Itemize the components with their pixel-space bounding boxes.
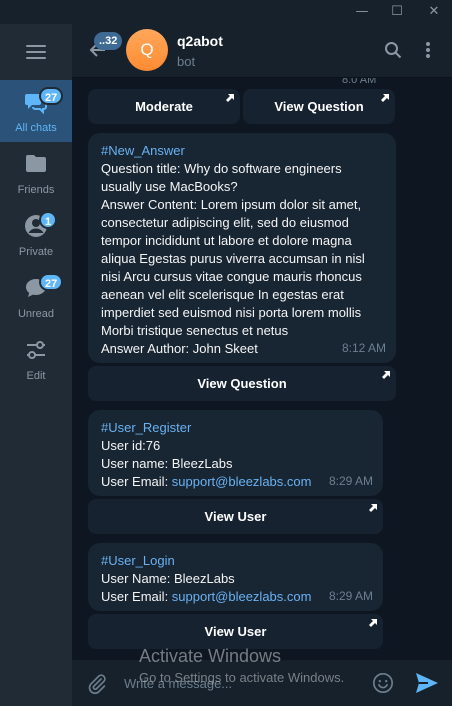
message-list[interactable]: 8:0 AM Moderate View Question #New_Answe… — [72, 78, 452, 660]
folder-label: Friends — [17, 184, 55, 196]
folder-unread[interactable]: 27 Unread — [0, 266, 72, 328]
answer-content: Answer Content: Lorem ipsum dolor sit am… — [101, 197, 365, 338]
user-name: User Name: BleezLabs — [101, 571, 235, 586]
window-titlebar: — ☐ ✕ — [0, 0, 452, 24]
folder-edit[interactable]: Edit — [0, 328, 72, 390]
folder-label: Private — [18, 246, 54, 258]
folder-private[interactable]: 1 Private — [0, 204, 72, 266]
maximize-button[interactable]: ☐ — [380, 0, 414, 24]
emoji-icon[interactable] — [372, 672, 394, 694]
folder-all-chats[interactable]: 27 All chats — [0, 80, 72, 142]
close-window-button[interactable]: ✕ — [417, 0, 451, 24]
message-time: 8:29 AM — [328, 474, 373, 488]
message-bubble[interactable]: #New_Answer Question title: Why do softw… — [88, 133, 396, 363]
avatar[interactable]: Q — [126, 29, 168, 71]
button-label: View Question — [274, 99, 364, 114]
chat-header: ..32 Q q2abot bot — [72, 24, 452, 78]
external-link-icon — [226, 94, 234, 102]
folder-label: Unread — [17, 308, 55, 320]
button-label: Moderate — [135, 99, 193, 114]
view-user-button[interactable]: View User — [88, 499, 383, 534]
folder-sidebar: 27 All chats Friends 1 Private 27 Unread — [0, 24, 72, 706]
folder-badge: 27 — [39, 273, 64, 291]
email-link[interactable]: support@bleezlabs.com — [172, 474, 312, 489]
folder-label: Edit — [26, 370, 46, 382]
folder-friends[interactable]: Friends — [0, 142, 72, 204]
message-time: 8:12 AM — [341, 341, 386, 355]
paperclip-icon[interactable] — [86, 673, 108, 695]
hashtag[interactable]: #User_Register — [101, 419, 371, 437]
email-label: User Email: — [101, 589, 172, 604]
more-options-icon[interactable] — [424, 41, 432, 59]
external-link-icon — [369, 619, 377, 627]
message-time: 8:0 AM — [342, 78, 377, 86]
external-link-icon — [381, 94, 389, 102]
email-link[interactable]: support@bleezlabs.com — [172, 589, 312, 604]
email-label: User Email: — [101, 474, 172, 489]
message-composer: Write a message... — [72, 660, 452, 706]
chat-title[interactable]: q2abot — [177, 33, 223, 49]
message-time: 8:29 AM — [328, 589, 373, 603]
moderate-button[interactable]: Moderate — [88, 89, 240, 124]
external-link-icon — [369, 504, 377, 512]
send-icon[interactable] — [415, 672, 439, 694]
minimize-button[interactable]: — — [345, 0, 379, 24]
sliders-icon — [27, 341, 45, 359]
view-user-button[interactable]: View User — [88, 614, 383, 649]
hashtag[interactable]: #User_Login — [101, 552, 371, 570]
hashtag[interactable]: #New_Answer — [101, 142, 384, 160]
message-input[interactable]: Write a message... — [124, 676, 232, 691]
folder-badge: 1 — [39, 211, 58, 229]
external-link-icon — [382, 371, 390, 379]
message-bubble[interactable]: #User_Register User id:76 User name: Ble… — [88, 410, 383, 496]
view-question-button[interactable]: View Question — [243, 89, 395, 124]
user-name: User name: BleezLabs — [101, 456, 233, 471]
search-icon[interactable] — [384, 41, 402, 59]
button-label: View User — [204, 624, 267, 639]
user-id: User id:76 — [101, 438, 161, 453]
folder-icon — [26, 155, 46, 172]
view-question-button[interactable]: View Question — [88, 366, 396, 401]
message-bubble[interactable]: #User_Login User Name: BleezLabs User Em… — [88, 543, 383, 611]
question-title: Question title: Why do software engineer… — [101, 161, 342, 194]
button-label: View User — [204, 509, 267, 524]
button-label: View Question — [197, 376, 287, 391]
unread-count-badge: ..32 — [94, 32, 123, 50]
folder-label: All chats — [15, 122, 57, 134]
menu-icon[interactable] — [26, 45, 46, 63]
folder-badge: 27 — [39, 87, 64, 105]
chat-status: bot — [177, 54, 196, 69]
